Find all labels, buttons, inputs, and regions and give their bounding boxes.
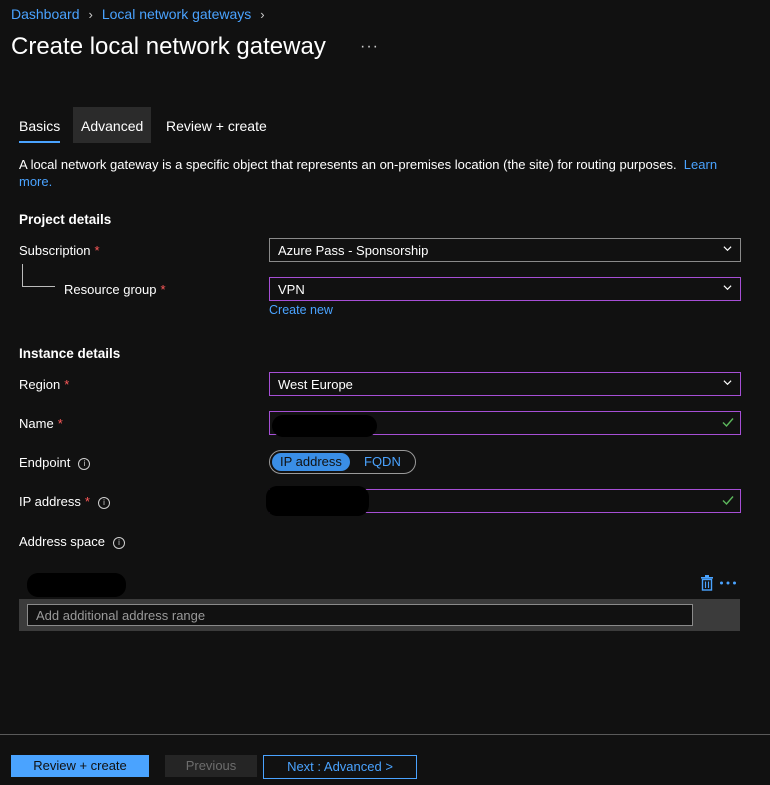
info-icon[interactable]: i xyxy=(97,497,110,509)
delete-icon[interactable] xyxy=(700,575,714,591)
description-text: A local network gateway is a specific ob… xyxy=(19,157,677,172)
subscription-value: Azure Pass - Sponsorship xyxy=(278,243,429,258)
address-range-input[interactable]: Add additional address range xyxy=(27,604,693,626)
breadcrumb-local-network-gateways-link[interactable]: Local network gateways xyxy=(102,6,251,22)
resource-group-label-text: Resource group xyxy=(64,282,157,297)
page-title: Create local network gateway xyxy=(11,33,326,60)
region-select[interactable]: West Europe xyxy=(269,372,741,396)
chevron-down-icon xyxy=(723,285,732,291)
subscription-label-text: Subscription xyxy=(19,243,91,258)
checkmark-icon xyxy=(722,496,734,506)
breadcrumb: Dashboard › Local network gateways › xyxy=(11,6,274,22)
required-marker: * xyxy=(84,494,90,509)
previous-button[interactable]: Previous xyxy=(165,755,257,777)
resource-group-label: Resource group * xyxy=(64,282,166,297)
footer-divider xyxy=(0,734,770,735)
tab-review-create[interactable]: Review + create xyxy=(166,107,267,143)
redacted-name-value xyxy=(272,415,377,437)
next-advanced-button[interactable]: Next : Advanced > xyxy=(263,755,417,779)
required-marker: * xyxy=(160,282,166,297)
resource-group-value: VPN xyxy=(278,282,305,297)
project-details-heading: Project details xyxy=(19,212,112,227)
review-create-button[interactable]: Review + create xyxy=(11,755,149,777)
address-space-label: Address space i xyxy=(19,534,125,549)
instance-details-heading: Instance details xyxy=(19,346,121,361)
redacted-ip-address-value xyxy=(266,486,369,516)
breadcrumb-dashboard-link[interactable]: Dashboard xyxy=(11,6,80,22)
ip-address-label: IP address * i xyxy=(19,494,110,509)
region-value: West Europe xyxy=(278,377,353,392)
create-new-resource-group-link[interactable]: Create new xyxy=(269,303,333,317)
endpoint-label-text: Endpoint xyxy=(19,455,71,470)
region-label-text: Region xyxy=(19,377,61,392)
name-label-text: Name xyxy=(19,416,54,431)
required-marker: * xyxy=(94,243,100,258)
address-range-row: Add additional address range xyxy=(19,599,740,631)
chevron-right-icon: › xyxy=(260,6,265,22)
endpoint-option-fqdn[interactable]: FQDN xyxy=(356,453,409,471)
chevron-down-icon xyxy=(723,246,732,252)
tree-connector xyxy=(22,264,55,287)
more-options-icon[interactable] xyxy=(719,580,737,586)
resource-group-select[interactable]: VPN xyxy=(269,277,741,301)
required-marker: * xyxy=(57,416,63,431)
info-icon[interactable]: i xyxy=(78,458,91,470)
address-space-label-text: Address space xyxy=(19,534,105,549)
required-marker: * xyxy=(64,377,70,392)
chevron-down-icon xyxy=(723,380,732,386)
endpoint-label: Endpoint i xyxy=(19,455,91,470)
name-label: Name * xyxy=(19,416,63,431)
ip-address-label-text: IP address xyxy=(19,494,81,509)
region-label: Region * xyxy=(19,377,69,392)
subscription-select[interactable]: Azure Pass - Sponsorship xyxy=(269,238,741,262)
redacted-address-range xyxy=(27,573,126,597)
chevron-right-icon: › xyxy=(88,6,93,22)
page-description: A local network gateway is a specific ob… xyxy=(19,156,739,190)
more-options-icon[interactable]: ··· xyxy=(360,38,379,56)
tab-basics[interactable]: Basics xyxy=(19,107,61,143)
checkmark-icon xyxy=(722,418,734,428)
tab-advanced[interactable]: Advanced xyxy=(73,107,152,143)
subscription-label: Subscription * xyxy=(19,243,100,258)
endpoint-option-ip-address[interactable]: IP address xyxy=(272,453,350,471)
info-icon[interactable]: i xyxy=(113,537,125,549)
address-range-placeholder: Add additional address range xyxy=(36,608,206,623)
endpoint-toggle: IP address FQDN xyxy=(269,450,416,474)
